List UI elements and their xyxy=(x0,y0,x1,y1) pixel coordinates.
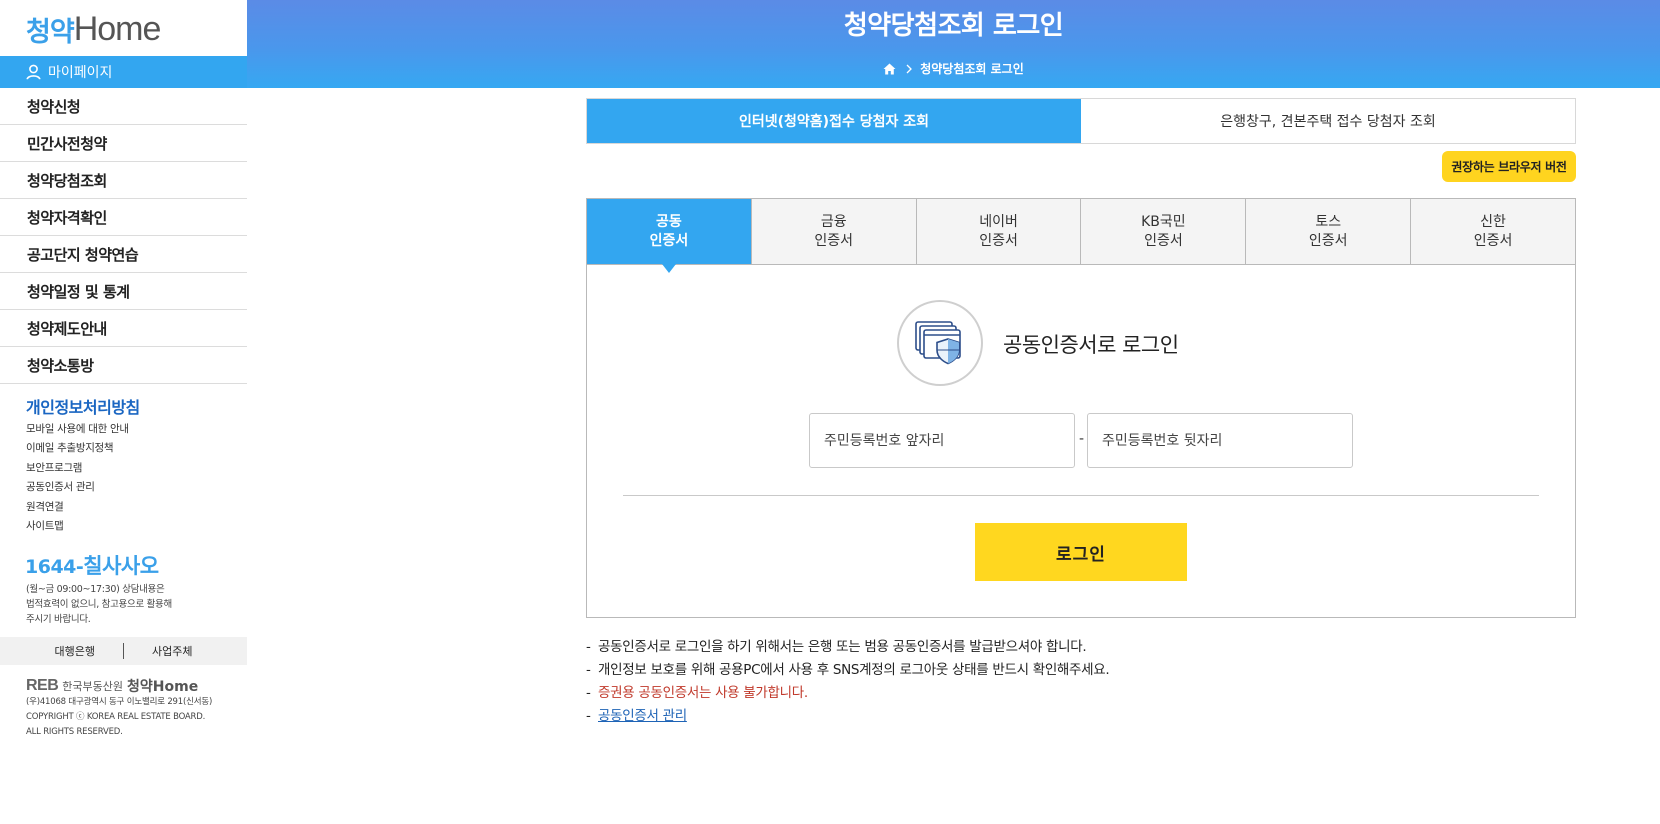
phone-prefix: 1644- xyxy=(25,556,84,578)
tab-label: KB국민 xyxy=(1141,213,1186,230)
tab-label: 토스 xyxy=(1315,213,1342,230)
agent-bank-link[interactable]: 대행은행 xyxy=(55,643,95,659)
logo-english: Home xyxy=(73,9,162,48)
breadcrumb-current: 청약당첨조회 로그인 xyxy=(920,62,1024,76)
tab-label: 인증서 xyxy=(979,232,1018,249)
bullet: - xyxy=(586,662,591,678)
reb-name: 한국부동산원 xyxy=(62,680,124,693)
tab-label: 인증서 xyxy=(1473,232,1513,249)
bank-business-bar: 대행은행 사업주체 xyxy=(0,637,247,665)
hours-line: (월~금 09:00~17:30) 상담내용은 xyxy=(26,584,165,595)
divider xyxy=(623,495,1539,496)
certificate-shield-icon xyxy=(915,321,961,365)
chevron-right-icon xyxy=(906,64,913,73)
menu-item-winner-lookup[interactable]: 청약당첨조회 xyxy=(0,162,247,199)
tab-naver-certificate[interactable]: 네이버 인증서 xyxy=(915,199,1081,264)
notice-list: - 공동인증서로 로그인을 하기 위해서는 은행 또는 범용 공동인증서를 발급받… xyxy=(586,636,1110,728)
auth-panel: 공동 인증서 금융 인증서 네이버 인증서 KB국민 인증서 토스 인증서 신한… xyxy=(586,198,1576,618)
link-sitemap[interactable]: 사이트맵 xyxy=(26,517,129,536)
notice-warning-text: 증권용 공동인증서는 사용 불가합니다. xyxy=(598,685,808,701)
rrn-dash: - xyxy=(1079,431,1085,447)
bullet: - xyxy=(586,685,591,701)
address-line: (우)41068 대구광역시 동구 이노밸리로 291(신서동) xyxy=(26,697,213,707)
cert-management-link[interactable]: 공동인증서 관리 xyxy=(598,705,687,728)
tab-label: 신한 xyxy=(1480,213,1506,230)
menu-item-practice[interactable]: 공고단지 청약연습 xyxy=(0,236,247,273)
hours-line: 법적효력이 없으니, 참고용으로 활용해 xyxy=(26,599,172,610)
menu-item-eligibility-check[interactable]: 청약자격확인 xyxy=(0,199,247,236)
tab-label: 금융 xyxy=(820,213,847,230)
mypage-label: 마이페이지 xyxy=(48,65,113,81)
certificate-tabs: 공동 인증서 금융 인증서 네이버 인증서 KB국민 인증서 토스 인증서 신한… xyxy=(587,199,1575,273)
divider xyxy=(123,643,124,659)
sidebar-menu: 청약신청 민간사전청약 청약당첨조회 청약자격확인 공고단지 청약연습 청약일정… xyxy=(0,88,247,384)
breadcrumb: 청약당첨조회 로그인 xyxy=(247,60,1660,77)
login-button[interactable]: 로그인 xyxy=(975,523,1187,581)
mypage-link[interactable]: 마이페이지 xyxy=(0,56,247,88)
site-logo[interactable]: 청약 Home xyxy=(26,8,162,50)
link-cert-management[interactable]: 공동인증서 관리 xyxy=(26,478,129,497)
home-icon[interactable] xyxy=(883,63,896,75)
footer-links: 모바일 사용에 대한 안내 이메일 추출방지정책 보안프로그램 공동인증서 관리… xyxy=(26,420,129,536)
notice-item-warning: - 증권용 공동인증서는 사용 불가합니다. xyxy=(586,682,1109,705)
rrn-back-input[interactable] xyxy=(1087,413,1353,468)
notice-item-link: - 공동인증서 관리 xyxy=(586,705,1109,728)
logo-korean: 청약 xyxy=(26,16,75,48)
tab-financial-certificate[interactable]: 금융 인증서 xyxy=(750,199,916,264)
page-header: 청약당첨조회 로그인 청약당첨조회 로그인 xyxy=(247,0,1660,88)
tab-shinhan-certificate[interactable]: 신한 인증서 xyxy=(1410,199,1575,264)
tab-toss-certificate[interactable]: 토스 인증서 xyxy=(1245,199,1411,264)
notice-text: 공동인증서로 로그인을 하기 위해서는 은행 또는 범용 공동인증서를 발급받으… xyxy=(598,639,1087,655)
reb-mark: REB xyxy=(26,677,59,694)
reb-home: 청약Home xyxy=(127,679,199,695)
hours-line: 주시기 바랍니다. xyxy=(26,614,91,625)
call-center-number: 1644-칠사사오 xyxy=(25,550,159,580)
link-security-program[interactable]: 보안프로그램 xyxy=(26,459,129,478)
certificate-badge xyxy=(897,300,983,386)
tab-label: 인증서 xyxy=(1308,232,1348,249)
link-email-policy[interactable]: 이메일 추출방지정책 xyxy=(26,439,129,458)
sidebar: 청약 Home 마이페이지 청약신청 민간사전청약 청약당첨조회 청약자격확인 … xyxy=(0,0,247,824)
tab-label: 네이버 xyxy=(979,213,1018,230)
tab-label: 인증서 xyxy=(814,232,854,249)
footer-address: (우)41068 대구광역시 동구 이노밸리로 291(신서동) COPYRIG… xyxy=(26,695,236,740)
reb-logo: REB 한국부동산원 청약Home xyxy=(26,676,198,696)
copyright-line: COPYRIGHT ⓒ KOREA REAL ESTATE BOARD. xyxy=(26,712,206,722)
privacy-policy-link[interactable]: 개인정보처리방침 xyxy=(26,394,140,418)
tab-label: 인증서 xyxy=(649,232,689,249)
tab-kb-certificate[interactable]: KB국민 인증서 xyxy=(1080,199,1246,264)
page-title: 청약당첨조회 로그인 xyxy=(843,11,1064,41)
menu-item-system-guide[interactable]: 청약제도안내 xyxy=(0,310,247,347)
menu-item-private-pre-subscription[interactable]: 민간사전청약 xyxy=(0,125,247,162)
tab-label: 공동 xyxy=(656,213,682,230)
lookup-type-tabs: 인터넷(청약홈)접수 당첨자 조회 은행창구, 견본주택 접수 당첨자 조회 xyxy=(586,98,1576,144)
phone-word: 칠사사오 xyxy=(83,554,159,578)
tab-joint-certificate[interactable]: 공동 인증서 xyxy=(587,199,751,273)
bullet: - xyxy=(586,708,591,724)
menu-item-schedule-stats[interactable]: 청약일정 및 통계 xyxy=(0,273,247,310)
notice-text: 개인정보 보호를 위해 공용PC에서 사용 후 SNS계정의 로그아웃 상태를 … xyxy=(598,662,1110,678)
menu-item-apply[interactable]: 청약신청 xyxy=(0,88,247,125)
person-icon xyxy=(26,64,41,80)
tab-label: 인증서 xyxy=(1144,232,1183,249)
login-heading: 공동인증서로 로그인 xyxy=(1003,333,1179,357)
recommended-browser-button[interactable]: 권장하는 브라우저 버전 xyxy=(1442,151,1576,182)
menu-item-community[interactable]: 청약소통방 xyxy=(0,347,247,384)
tab-bank-lookup[interactable]: 은행창구, 견본주택 접수 당첨자 조회 xyxy=(1081,99,1575,143)
link-mobile-guide[interactable]: 모바일 사용에 대한 안내 xyxy=(26,420,129,439)
copyright-line: ALL RIGHTS RESERVED. xyxy=(26,727,123,737)
rrn-front-input[interactable] xyxy=(809,413,1075,468)
business-entity-link[interactable]: 사업주체 xyxy=(152,643,192,659)
notice-item: - 개인정보 보호를 위해 공용PC에서 사용 후 SNS계정의 로그아웃 상태를… xyxy=(586,659,1110,682)
bullet: - xyxy=(586,639,591,655)
tab-internet-lookup[interactable]: 인터넷(청약홈)접수 당첨자 조회 xyxy=(587,99,1081,143)
call-center-hours: (월~금 09:00~17:30) 상담내용은 법적효력이 없으니, 참고용으로… xyxy=(26,582,226,627)
notice-item: - 공동인증서로 로그인을 하기 위해서는 은행 또는 범용 공동인증서를 발급받… xyxy=(586,636,1109,659)
link-remote-connect[interactable]: 원격연결 xyxy=(26,498,129,517)
